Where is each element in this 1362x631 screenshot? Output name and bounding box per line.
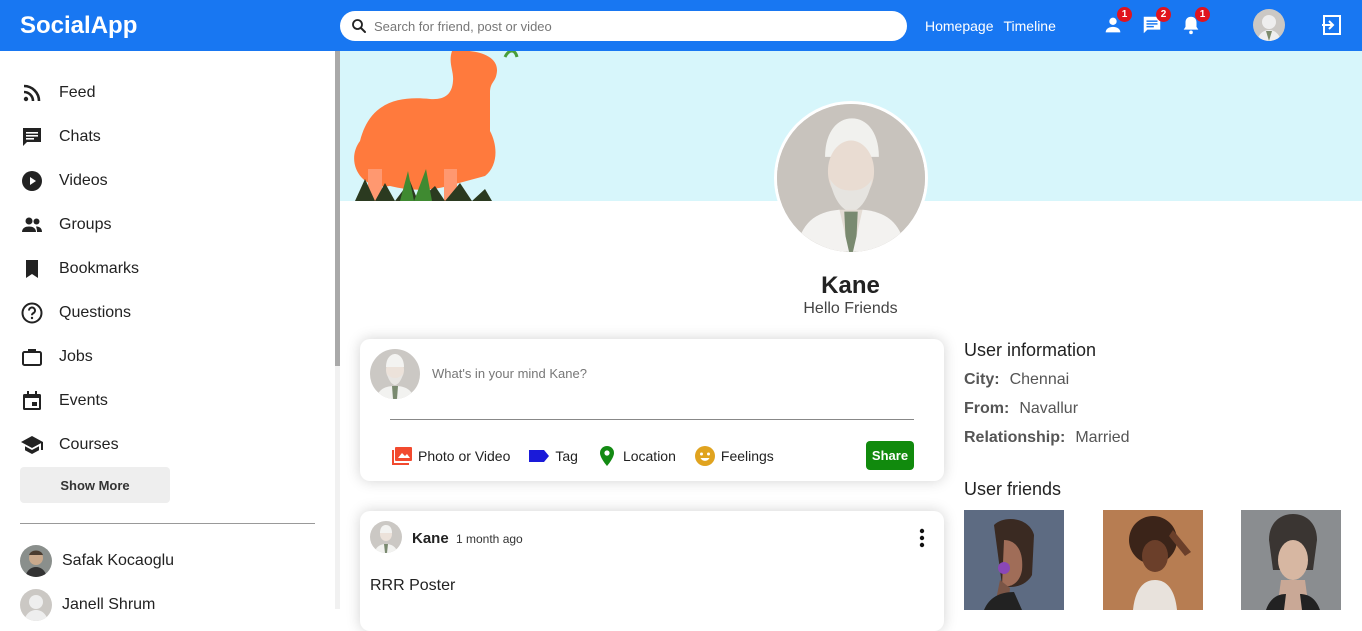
option-label: Tag	[555, 448, 578, 464]
chat-icon	[23, 128, 41, 146]
sidebar-item-feed[interactable]: Feed	[20, 71, 139, 115]
friend-avatar	[20, 589, 52, 621]
sidebar-item-questions[interactable]: Questions	[20, 291, 139, 335]
homepage-link[interactable]: Homepage	[925, 18, 994, 34]
sidebar-item-label: Courses	[59, 436, 119, 453]
search-input[interactable]	[374, 18, 874, 34]
play-circle-icon	[22, 171, 42, 191]
friend-name: Safak Kocaoglu	[62, 552, 175, 569]
friend-photo[interactable]	[1103, 510, 1203, 610]
notifications-button[interactable]: 1	[1180, 7, 1210, 38]
info-from: From: Navallur	[964, 400, 1078, 418]
sidebar-item-label: Jobs	[59, 348, 93, 365]
share-input[interactable]	[432, 366, 832, 381]
option-label: Photo or Video	[418, 448, 511, 464]
friend-requests-button[interactable]: 1	[1102, 7, 1132, 38]
friend-requests-badge: 1	[1117, 7, 1132, 22]
search-bar[interactable]	[340, 11, 907, 41]
search-icon	[352, 19, 366, 33]
sidebar-item-label: Events	[59, 392, 108, 409]
photo-library-icon	[392, 447, 412, 465]
share-avatar	[370, 349, 420, 399]
info-city: City: Chennai	[964, 371, 1069, 389]
sidebar-item-courses[interactable]: Courses	[20, 423, 139, 467]
friend-item[interactable]: Safak Kocaoglu	[20, 545, 174, 577]
sidebar-item-label: Groups	[59, 216, 112, 233]
post-avatar[interactable]	[370, 521, 402, 553]
tag-icon	[529, 450, 550, 462]
school-icon	[21, 436, 43, 454]
sidebar-scrollbar-track	[335, 366, 340, 609]
bookmark-icon	[26, 260, 38, 278]
post-date: 1 month ago	[456, 532, 523, 546]
sidebar-item-events[interactable]: Events	[20, 379, 139, 423]
sidebar: Feed Chats Videos Groups Bookmarks Quest…	[0, 51, 335, 621]
messages-badge: 2	[1156, 7, 1171, 22]
rss-feed-icon	[23, 84, 41, 102]
user-avatar[interactable]	[1253, 9, 1285, 41]
logout-icon	[1322, 15, 1341, 35]
post-text: RRR Poster	[370, 577, 456, 594]
sidebar-menu: Feed Chats Videos Groups Bookmarks Quest…	[20, 71, 139, 467]
info-relationship: Relationship: Married	[964, 429, 1130, 447]
share-button[interactable]: Share	[866, 441, 914, 470]
sidebar-item-label: Chats	[59, 128, 101, 145]
info-label: From:	[964, 400, 1010, 417]
info-value: Chennai	[1009, 371, 1070, 388]
friend-photo[interactable]	[964, 510, 1064, 610]
sidebar-item-label: Feed	[59, 84, 96, 101]
post-options-button[interactable]	[912, 526, 932, 550]
event-icon	[23, 391, 41, 410]
share-divider	[390, 419, 914, 420]
friend-photo[interactable]	[1241, 510, 1341, 610]
sidebar-item-label: Bookmarks	[59, 260, 140, 277]
info-label: Relationship:	[964, 429, 1066, 446]
option-label: Feelings	[720, 448, 774, 464]
top-bar: SocialApp Homepage Timeline 1 2 1	[0, 0, 1362, 51]
sidebar-item-label: Videos	[59, 172, 108, 189]
timeline-link[interactable]: Timeline	[1004, 18, 1056, 34]
friend-name: Janell Shrum	[62, 596, 156, 613]
help-circle-icon	[21, 302, 43, 324]
sidebar-divider	[20, 523, 315, 524]
tag-option[interactable]: Tag	[527, 444, 578, 468]
post-card: Kane 1 month ago RRR Poster	[360, 511, 944, 631]
show-more-button[interactable]: Show More	[20, 467, 170, 503]
friend-item[interactable]: Janell Shrum	[20, 589, 155, 621]
option-label: Location	[622, 448, 676, 464]
feelings-option[interactable]: Feelings	[693, 444, 774, 468]
info-label: City:	[964, 371, 1000, 388]
sidebar-item-jobs[interactable]: Jobs	[20, 335, 139, 379]
group-icon	[22, 217, 42, 232]
info-value: Married	[1075, 429, 1130, 446]
app-logo[interactable]: SocialApp	[20, 12, 137, 40]
smiley-icon	[694, 446, 715, 466]
sidebar-item-bookmarks[interactable]: Bookmarks	[20, 247, 139, 291]
user-friends-title: User friends	[964, 479, 1062, 499]
photo-video-option[interactable]: Photo or Video	[390, 444, 510, 468]
notifications-badge: 1	[1195, 7, 1210, 22]
post-username[interactable]: Kane	[412, 530, 449, 547]
work-icon	[22, 349, 42, 366]
sidebar-item-groups[interactable]: Groups	[20, 203, 139, 247]
info-value: Navallur	[1019, 400, 1079, 417]
sidebar-item-label: Questions	[59, 304, 132, 321]
logout-button[interactable]	[1320, 13, 1344, 37]
more-vert-icon	[919, 528, 925, 548]
profile-name: Kane	[821, 272, 880, 299]
profile-description: Hello Friends	[803, 300, 898, 317]
sidebar-item-videos[interactable]: Videos	[20, 159, 139, 203]
location-pin-icon	[599, 446, 614, 466]
sidebar-item-chats[interactable]: Chats	[20, 115, 139, 159]
friend-avatar	[20, 545, 52, 577]
location-option[interactable]: Location	[595, 444, 676, 468]
profile-picture[interactable]	[774, 101, 928, 255]
share-card: Photo or Video Tag Location Feelings Sha…	[360, 339, 944, 481]
messages-button[interactable]: 2	[1141, 7, 1171, 38]
user-information-title: User information	[964, 340, 1097, 360]
